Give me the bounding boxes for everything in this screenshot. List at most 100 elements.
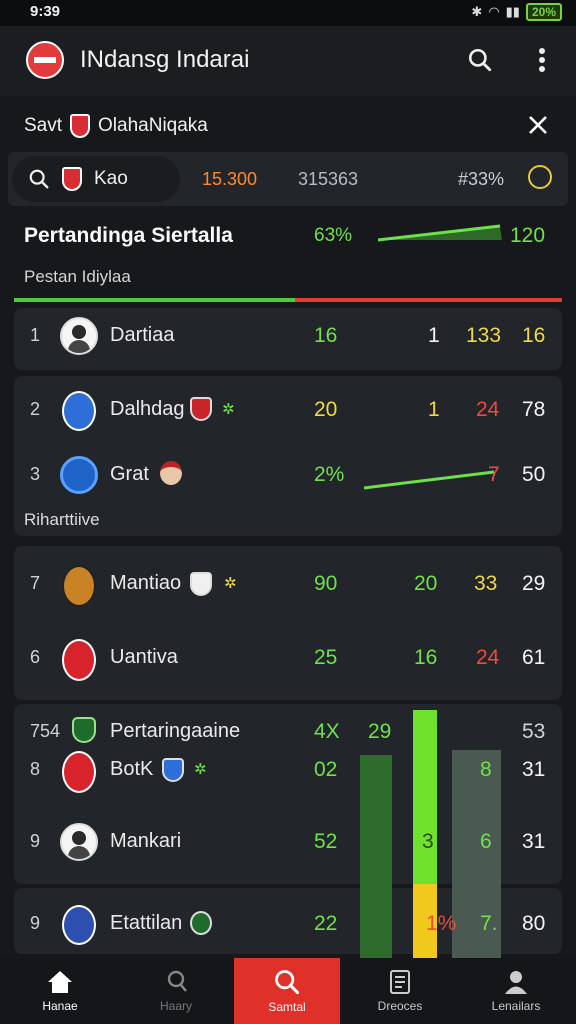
row-rank: 7 xyxy=(30,573,41,593)
search-input[interactable]: Kao xyxy=(12,156,180,202)
app-title: INdansg Indarai xyxy=(80,46,250,73)
row-name: Pertaringaaine xyxy=(110,720,241,742)
table-row[interactable]: 9 Etattilan 22 1% 7. 80 xyxy=(14,895,562,955)
more-menu-button[interactable] xyxy=(522,40,562,80)
badge-icon xyxy=(190,397,212,421)
row-col3: 8 xyxy=(480,758,492,781)
row-col3: 7. xyxy=(480,912,498,935)
team-crest-icon xyxy=(70,114,91,138)
team-crest-icon xyxy=(72,717,96,743)
row-col4: 29 xyxy=(522,572,546,595)
search-value-2: 315363 xyxy=(298,169,359,189)
row-col3: 33 xyxy=(474,572,498,595)
row-col2: 1% xyxy=(426,912,457,935)
nav-item-home[interactable]: Hanae xyxy=(10,958,110,1024)
row-col1: 52 xyxy=(314,830,338,853)
row-name: Dalhdag xyxy=(110,398,185,420)
form-icon: ✲ xyxy=(222,401,235,418)
search-query: Kao xyxy=(94,168,128,189)
nav-item-history[interactable]: Haary xyxy=(126,958,226,1024)
status-time: 9:39 xyxy=(30,3,61,20)
row-col3: 24 xyxy=(476,398,500,421)
row-rank: 9 xyxy=(30,913,41,933)
app-bar: INdansg Indarai xyxy=(0,26,576,96)
table-row[interactable]: 7 Mantiao ✲ 90 20 33 29 xyxy=(14,555,562,615)
trend-line-icon xyxy=(364,470,495,490)
search-icon xyxy=(275,970,300,995)
row-col4: 50 xyxy=(522,463,546,486)
badge-icon xyxy=(162,758,184,782)
team-left-label: Savt xyxy=(24,115,63,136)
team-crest-icon xyxy=(62,639,96,681)
row-col2: 1 xyxy=(428,324,440,347)
row-col2: 20 xyxy=(414,572,438,595)
row-col2: 16 xyxy=(414,646,438,669)
leader-subtitle: Pestan Idiylaa xyxy=(24,267,131,286)
row-col1: 16 xyxy=(314,324,338,347)
form-icon: ✲ xyxy=(224,575,237,592)
trend-line-icon xyxy=(378,224,502,242)
status-bar: 9:39 ✱ ◠ ▮▮ 20% xyxy=(0,0,576,26)
club-logo-icon xyxy=(60,456,98,494)
row-col1: 25 xyxy=(314,646,338,669)
badge-icon xyxy=(190,572,212,596)
row-col1: 02 xyxy=(314,758,338,781)
table-row[interactable]: 2 Dalhdag ✲ 20 1 24 78 xyxy=(14,381,562,441)
table-row[interactable]: 3 Grat 2% 7 50 xyxy=(14,446,562,506)
row-col4: 78 xyxy=(522,398,546,421)
row-col1: 20 xyxy=(314,398,338,421)
row-rank: 9 xyxy=(30,831,41,851)
row-name: Dartiaa xyxy=(110,324,175,346)
search-button[interactable] xyxy=(460,40,500,80)
team-crest-icon xyxy=(62,751,96,793)
wifi-icon: ◠ xyxy=(488,4,500,19)
search-icon xyxy=(468,48,492,72)
search-value-3: #33% xyxy=(458,169,505,189)
row-col4: 31 xyxy=(522,758,546,781)
row-col4: 31 xyxy=(522,830,546,853)
split-progress-bar xyxy=(14,298,562,302)
match-header: Savt OlahaNiqaka xyxy=(0,100,576,150)
form-icon: ✲ xyxy=(194,761,207,778)
user-icon xyxy=(167,970,187,992)
home-icon xyxy=(48,971,72,993)
table-row[interactable]: 8 BotK ✲ 02 8 31 xyxy=(14,741,562,801)
leader-pct: 63% xyxy=(314,225,353,246)
row-col3: 24 xyxy=(476,646,500,669)
player-avatar xyxy=(60,823,98,861)
nav-label: Samtal xyxy=(268,1000,306,1014)
person-icon xyxy=(505,971,527,994)
table-row[interactable]: 1 Dartiaa 16 1 133 16 xyxy=(14,307,562,367)
row-rank: 6 xyxy=(30,647,41,667)
more-vertical-icon xyxy=(539,48,545,72)
team-crest-icon xyxy=(62,391,96,431)
nav-item-profile[interactable]: Lenailars xyxy=(466,958,566,1024)
nav-label: Hanae xyxy=(42,999,78,1013)
nav-item-search[interactable]: Samtal xyxy=(234,958,340,1024)
row-name: Etattilan xyxy=(110,912,183,934)
battery-indicator: 20% xyxy=(525,3,562,21)
settings-gear-icon[interactable] xyxy=(528,165,552,189)
row-col1: 2% xyxy=(314,463,345,486)
player-avatar xyxy=(60,317,98,355)
row-name: Uantiva xyxy=(110,646,178,668)
badge-icon xyxy=(190,911,212,935)
nav-item-documents[interactable]: Dreoces xyxy=(350,958,450,1024)
row-rank: 2 xyxy=(30,399,41,419)
team-crest-icon xyxy=(62,565,96,607)
status-icons: ✱ ◠ ▮▮ 20% xyxy=(471,3,562,21)
row-col4: 61 xyxy=(522,646,546,669)
table-row[interactable]: 6 Uantiva 25 16 24 61 xyxy=(14,629,562,689)
leader-title: Pertandinga Siertalla xyxy=(24,224,233,247)
row-col4: 16 xyxy=(522,324,546,347)
close-icon xyxy=(529,116,547,134)
table-row[interactable]: 9 Mankari 52 3 6 31 xyxy=(14,813,562,873)
row-rank: 8 xyxy=(30,759,41,779)
row-rank: 754 xyxy=(30,721,61,741)
row-col1: 90 xyxy=(314,572,338,595)
document-icon xyxy=(390,970,410,994)
row-name: Grat xyxy=(110,463,149,485)
close-button[interactable] xyxy=(518,105,558,145)
team-crest-icon xyxy=(62,905,96,945)
leader-section: Pertandinga Siertalla 63% 120 Pestan Idi… xyxy=(0,210,576,305)
